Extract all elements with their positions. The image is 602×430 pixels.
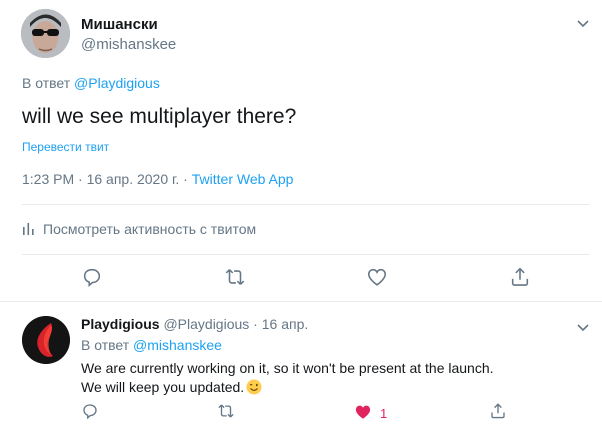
reply-prefix: В ответ: [22, 75, 71, 91]
source-app-link[interactable]: Twitter Web App: [192, 171, 294, 187]
timestamp[interactable]: 16 апр.: [262, 316, 309, 332]
tweet-text-line: We will keep you updated.: [81, 378, 591, 397]
reply-mention-link[interactable]: @Playdigious: [74, 75, 160, 91]
author-name[interactable]: Playdigious: [81, 316, 160, 332]
retweet-icon[interactable]: [224, 266, 246, 288]
author-name[interactable]: Мишански: [81, 16, 158, 33]
main-tweet: Мишански @mishanskee В ответ @Playdigiou…: [0, 0, 602, 302]
reply-context: В ответ @Playdigious: [22, 75, 160, 91]
reply-icon[interactable]: [81, 402, 99, 420]
share-icon[interactable]: [489, 402, 507, 420]
like-icon-filled[interactable]: [354, 403, 372, 421]
like-count: 1: [380, 406, 388, 421]
separator: ·: [253, 316, 258, 332]
reply-icon[interactable]: [81, 266, 103, 288]
share-icon[interactable]: [509, 266, 531, 288]
view-activity-link[interactable]: Посмотреть активность с твитом: [22, 221, 256, 237]
avatar[interactable]: [21, 9, 70, 58]
tweet-text: will we see multiplayer there?: [22, 105, 297, 128]
author-handle[interactable]: @mishanskee: [81, 36, 176, 53]
tweet-meta: 1:23 PM · 16 апр. 2020 г. · Twitter Web …: [22, 171, 293, 187]
divider: [22, 254, 590, 255]
activity-label: Посмотреть активность с твитом: [43, 221, 257, 237]
reply-prefix: В ответ: [81, 337, 130, 353]
tweet-text-line: We are currently working on it, so it wo…: [81, 360, 494, 376]
reply-context: В ответ @mishanskee: [81, 337, 222, 353]
reply-mention-link[interactable]: @mishanskee: [133, 337, 222, 353]
chevron-down-icon[interactable]: [576, 16, 590, 28]
tweet-text-line-2: We will keep you updated.: [81, 379, 245, 395]
analytics-icon: [23, 223, 34, 235]
tweet-thread: Мишански @mishanskee В ответ @Playdigiou…: [0, 0, 602, 430]
winking-face-emoji-icon: [246, 379, 262, 395]
retweet-icon[interactable]: [217, 402, 235, 420]
author-handle[interactable]: @Playdigious: [163, 316, 249, 332]
reply-tweet[interactable]: Playdigious @Playdigious · 16 апр. В отв…: [0, 302, 602, 430]
like-icon[interactable]: [366, 266, 388, 288]
chevron-down-icon[interactable]: [576, 320, 590, 332]
translate-link[interactable]: Перевести твит: [22, 140, 109, 154]
timestamp[interactable]: 1:23 PM · 16 апр. 2020 г. ·: [22, 171, 192, 187]
reply-header: Playdigious @Playdigious · 16 апр.: [81, 316, 308, 332]
avatar[interactable]: [22, 316, 70, 364]
tweet-text: We are currently working on it, so it wo…: [81, 359, 591, 397]
divider: [22, 204, 590, 205]
